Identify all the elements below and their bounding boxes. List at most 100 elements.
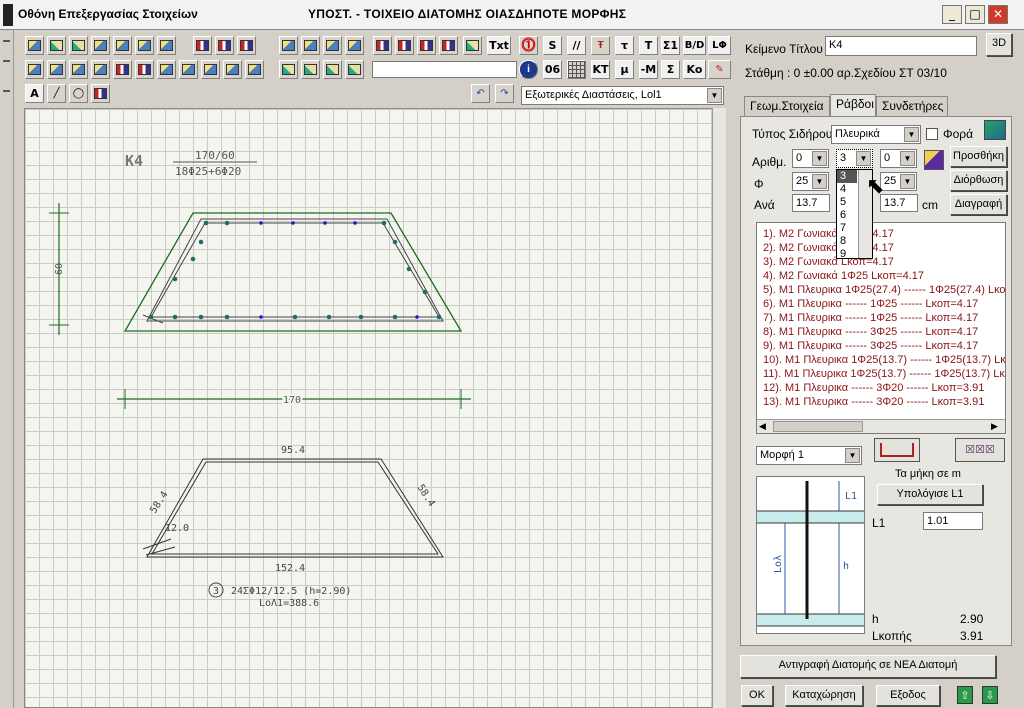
grid-icon[interactable] <box>567 60 586 79</box>
s-button[interactable]: S <box>543 36 562 55</box>
06-button[interactable]: 06 <box>543 60 562 79</box>
list-item[interactable]: 3). M2 Γωνιακά Lκοπ=4.17 <box>757 255 1005 269</box>
tool-a-icon[interactable] <box>193 36 212 55</box>
tool-c-icon[interactable] <box>237 36 256 55</box>
print-setup-icon[interactable] <box>135 36 154 55</box>
info-icon[interactable]: i <box>519 60 538 79</box>
rebar-tool-3-icon[interactable] <box>417 36 436 55</box>
exit-button[interactable]: Εξοδος <box>876 685 940 706</box>
count-select-2[interactable]: 3 ▼ <box>836 149 873 168</box>
ko-button[interactable]: Ko <box>683 60 706 79</box>
list-item[interactable]: 5). M1 Πλευρικα 1Φ25(27.4) ------ 1Φ25(2… <box>757 283 1005 297</box>
list-item[interactable]: 9). M1 Πλευρικα ------ 3Φ25 ------ Lκοπ=… <box>757 339 1005 353</box>
color-tool-icon[interactable] <box>463 36 482 55</box>
text-button[interactable]: Txt <box>487 36 511 55</box>
print-icon[interactable] <box>113 36 132 55</box>
minus-m-button[interactable]: -M <box>639 60 658 79</box>
tab-geometry[interactable]: Γεωμ.Στοιχεία <box>744 96 830 116</box>
list-item[interactable]: 11). M1 Πλευρικα 1Φ25(13.7) ------ 1Φ25(… <box>757 367 1005 381</box>
list-item[interactable]: 10). M1 Πλευρικα 1Φ25(13.7) ------ 1Φ25(… <box>757 353 1005 367</box>
select-4-icon[interactable] <box>345 60 364 79</box>
eraser-icon[interactable]: ✎ <box>708 60 731 79</box>
section-tool-1-icon[interactable] <box>279 36 298 55</box>
minimize-button[interactable]: _ <box>942 5 962 24</box>
rebar-tool-4-icon[interactable] <box>439 36 458 55</box>
wall-1-icon[interactable] <box>25 60 44 79</box>
section-tool-4-icon[interactable] <box>345 36 364 55</box>
form-select[interactable]: Μορφή 1 ▼ <box>756 446 862 465</box>
maximize-button[interactable]: □ <box>965 5 985 24</box>
wall-3-icon[interactable] <box>69 60 88 79</box>
command-field[interactable] <box>372 61 517 78</box>
list-item[interactable]: 13). M1 Πλευρικα ------ 3Φ20 ------ Lκοπ… <box>757 395 1005 409</box>
circle-tool-icon[interactable]: ◯ <box>69 84 88 103</box>
save-button[interactable]: Καταχώρηση <box>785 685 863 706</box>
edit-button[interactable]: Διόρθωση <box>950 170 1007 191</box>
list-hscrollbar[interactable]: ◀ ▶ <box>757 419 1005 433</box>
delete-button[interactable]: Διαγραφή <box>950 194 1007 215</box>
delete-tool-icon[interactable] <box>91 84 110 103</box>
mu-button[interactable]: μ <box>615 60 634 79</box>
copy-section-button[interactable]: Αντιγραφή Διατομής σε ΝΕΑ Διατομή <box>740 655 996 678</box>
diameter-select-1[interactable]: 25 ▼ <box>792 172 829 191</box>
kt-button[interactable]: KT <box>591 60 610 79</box>
calc-l1-button[interactable]: Υπολόγισε L1 <box>877 484 983 505</box>
dropdown-option[interactable]: 3 <box>837 170 857 183</box>
list-item[interactable]: 4). M2 Γωνιακά 1Φ25 Lκοπ=4.17 <box>757 269 1005 283</box>
rebar-tool-2-icon[interactable] <box>395 36 414 55</box>
diameter-select-2[interactable]: 25 ▼ <box>880 172 917 191</box>
select-2-icon[interactable] <box>301 60 320 79</box>
ok-button[interactable]: OK <box>741 685 773 706</box>
list-item[interactable]: 2). M2 Γωνιακά Lκοπ=4.17 <box>757 241 1005 255</box>
wall-7-icon[interactable] <box>157 60 176 79</box>
rebar-shape-icon[interactable] <box>874 438 920 462</box>
section-tool-3-icon[interactable] <box>323 36 342 55</box>
tab-stirrups[interactable]: Συνδετήρες <box>876 96 948 116</box>
arrow-down-icon[interactable]: ⇩ <box>982 686 998 704</box>
wall-4-icon[interactable] <box>91 60 110 79</box>
wall-10-icon[interactable] <box>223 60 242 79</box>
preview-icon[interactable] <box>157 36 176 55</box>
bars-list[interactable]: 1). M2 Γωνιακά Lκοπ=4.17 2). M2 Γωνιακά … <box>756 222 1006 434</box>
rebar-cross-icon[interactable]: ☒☒☒ <box>955 438 1005 462</box>
spacing-input-2[interactable]: 13.7 <box>880 194 918 212</box>
add-button[interactable]: Προσθήκη <box>950 146 1007 167</box>
zoom-window-icon[interactable] <box>91 36 110 55</box>
sigma1-button[interactable]: Σ1 <box>661 36 680 55</box>
undo-icon[interactable]: ↶ <box>471 84 490 103</box>
view-select[interactable]: Εξωτερικές Διαστάσεις, Lol1 ▼ <box>521 86 724 105</box>
pencil-icon[interactable] <box>25 36 44 55</box>
scroll-right-icon[interactable]: ▶ <box>991 421 1003 432</box>
tool-b-icon[interactable] <box>215 36 234 55</box>
l1-input[interactable]: 1.01 <box>923 512 983 530</box>
select-1-icon[interactable] <box>279 60 298 79</box>
title-text-input[interactable]: K4 <box>825 36 977 56</box>
count-select-1[interactable]: 0 ▼ <box>792 149 829 168</box>
zoom-out-icon[interactable] <box>69 36 88 55</box>
wall-2-icon[interactable] <box>47 60 66 79</box>
text-tool-button[interactable]: A <box>25 84 44 103</box>
wall-5-icon[interactable] <box>113 60 132 79</box>
wall-6-icon[interactable] <box>135 60 154 79</box>
list-item[interactable]: 8). M1 Πλευρικα ------ 3Φ25 ------ Lκοπ=… <box>757 325 1005 339</box>
tab-bars[interactable]: Ράβδοι <box>830 94 876 116</box>
arrow-up-icon[interactable]: ⇧ <box>957 686 973 704</box>
tau-button[interactable]: τ <box>615 36 634 55</box>
scroll-left-icon[interactable]: ◀ <box>759 421 771 432</box>
wall-8-icon[interactable] <box>179 60 198 79</box>
canvas-scrollbar[interactable] <box>712 108 726 708</box>
parallel-button[interactable]: // <box>567 36 586 55</box>
bar-edit-icon[interactable] <box>924 150 944 170</box>
zoom-in-icon[interactable] <box>47 36 66 55</box>
list-item[interactable]: 1). M2 Γωνιακά Lκοπ=4.17 <box>757 227 1005 241</box>
line-tool-icon[interactable]: ╱ <box>47 84 66 103</box>
direction-checkbox[interactable] <box>926 128 938 140</box>
wall-11-icon[interactable] <box>245 60 264 79</box>
steel-type-select[interactable]: Πλευρικά ▼ <box>831 125 921 144</box>
select-3-icon[interactable] <box>323 60 342 79</box>
list-item[interactable]: 6). M1 Πλευρικα ------ 1Φ25 ------ Lκοπ=… <box>757 297 1005 311</box>
list-item[interactable]: 12). M1 Πλευρικα ------ 3Φ20 ------ Lκοπ… <box>757 381 1005 395</box>
stop-icon[interactable]: ⓵ <box>519 36 538 55</box>
spacing-input-1[interactable]: 13.7 <box>792 194 830 212</box>
close-button[interactable]: ✕ <box>988 5 1008 24</box>
